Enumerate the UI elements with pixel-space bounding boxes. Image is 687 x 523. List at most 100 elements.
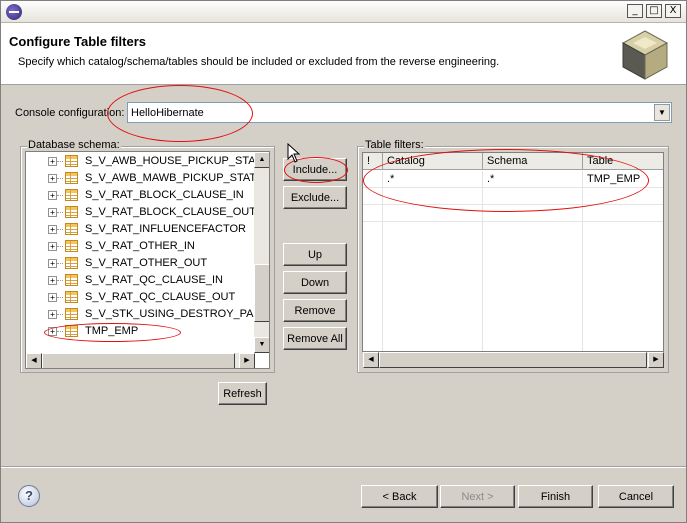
eclipse-app-icon (6, 4, 22, 20)
table-icon (65, 308, 78, 320)
scroll-thumb[interactable] (379, 352, 647, 368)
scroll-up-icon[interactable]: ▲ (254, 152, 269, 168)
table-row[interactable]: .* .* TMP_EMP (363, 171, 663, 188)
tree-item-label: S_V_RAT_BLOCK_CLAUSE_OUT (85, 206, 256, 218)
scroll-right-icon[interactable]: ▶ (648, 352, 664, 368)
close-button[interactable]: X (665, 4, 681, 18)
table-icon (65, 223, 78, 235)
tree-item[interactable]: + S_V_AWB_MAWB_PICKUP_STATUS (26, 170, 269, 187)
table-icon (65, 274, 78, 286)
tree-item-tmp-emp[interactable]: + TMP_EMP (26, 323, 255, 340)
tree-item[interactable]: + S_V_AWB_HOUSE_PICKUP_STATUS (26, 153, 269, 170)
down-button[interactable]: Down (283, 271, 347, 294)
up-button[interactable]: Up (283, 243, 347, 266)
page-title: Configure Table filters (9, 34, 146, 49)
column-header-exclude[interactable]: ! (363, 153, 383, 170)
table-icon (65, 257, 78, 269)
table-icon (65, 155, 78, 167)
tree-vertical-scrollbar[interactable]: ▲ ▼ (254, 152, 269, 353)
tree-item[interactable]: + S_V_STK_USING_DESTROY_PAGE (26, 306, 269, 323)
filter-exclude-cell[interactable] (363, 171, 383, 188)
wizard-header: Configure Table filters Specify which ca… (1, 23, 686, 85)
page-description: Specify which catalog/schema/tables shou… (18, 56, 500, 68)
expand-icon[interactable]: + (48, 174, 57, 183)
expand-icon[interactable]: + (48, 310, 57, 319)
table-row (363, 205, 663, 222)
minimize-button[interactable]: _ (627, 4, 643, 18)
table-filters-label: Table filters: (364, 139, 425, 151)
table-empty-area (363, 222, 663, 351)
console-configuration-combo[interactable]: HelloHibernate ▼ (127, 102, 672, 123)
tree-item-label: S_V_AWB_MAWB_PICKUP_STATUS (85, 172, 270, 184)
expand-icon[interactable]: + (48, 225, 57, 234)
cancel-button[interactable]: Cancel (598, 485, 674, 508)
scroll-down-icon[interactable]: ▼ (254, 337, 269, 353)
database-schema-label: Database schema: (27, 139, 121, 151)
remove-all-button[interactable]: Remove All (283, 327, 347, 350)
maximize-button[interactable]: □ (646, 4, 662, 18)
tree-item-label: S_V_AWB_HOUSE_PICKUP_STATUS (85, 155, 270, 167)
scroll-right-icon[interactable]: ▶ (239, 353, 255, 368)
table-icon (65, 240, 78, 252)
remove-button[interactable]: Remove (283, 299, 347, 322)
expand-icon[interactable]: + (48, 191, 57, 200)
table-filters-grid[interactable]: ! Catalog Schema Table .* .* TMP_EMP (362, 152, 664, 352)
table-icon (65, 291, 78, 303)
table-icon (65, 206, 78, 218)
tree-item[interactable]: + S_V_RAT_BLOCK_CLAUSE_OUT (26, 204, 256, 221)
tree-item-label: S_V_RAT_INFLUENCEFACTOR (85, 223, 246, 235)
expand-icon[interactable]: + (48, 327, 57, 336)
table-icon (65, 325, 78, 337)
filter-catalog-cell[interactable]: .* (383, 171, 483, 188)
footer-separator (1, 466, 686, 468)
column-header-schema[interactable]: Schema (483, 153, 583, 170)
filters-horizontal-scrollbar[interactable]: ◀ ▶ (363, 352, 664, 368)
chevron-down-icon[interactable]: ▼ (654, 104, 670, 121)
expand-icon[interactable]: + (48, 276, 57, 285)
column-header-table[interactable]: Table (583, 153, 663, 170)
tree-item-label: S_V_RAT_OTHER_OUT (85, 257, 208, 269)
expand-icon[interactable]: + (48, 242, 57, 251)
mouse-cursor-icon (287, 143, 301, 163)
filter-table-cell[interactable]: TMP_EMP (583, 171, 663, 188)
tree-item[interactable]: + S_V_RAT_INFLUENCEFACTOR (26, 221, 255, 238)
grid-header: ! Catalog Schema Table (363, 153, 663, 170)
tree-item[interactable]: + S_V_RAT_OTHER_IN (26, 238, 255, 255)
title-bar[interactable]: _ □ X (1, 1, 686, 23)
back-button[interactable]: < Back (361, 485, 438, 508)
tree-item-label: S_V_STK_USING_DESTROY_PAGE (85, 308, 270, 320)
expand-icon[interactable]: + (48, 259, 57, 268)
tree-item[interactable]: + S_V_RAT_QC_CLAUSE_IN (26, 272, 255, 289)
console-configuration-label: Console configuration: (15, 107, 125, 119)
table-icon (65, 189, 78, 201)
tree-horizontal-scrollbar[interactable]: ◀ ▶ (26, 353, 255, 368)
wizard-window: _ □ X Configure Table filters Specify wh… (0, 0, 687, 523)
filter-schema-cell[interactable]: .* (483, 171, 583, 188)
column-header-catalog[interactable]: Catalog (383, 153, 483, 170)
tree-item-label: S_V_RAT_OTHER_IN (85, 240, 195, 252)
scroll-left-icon[interactable]: ◀ (363, 352, 379, 368)
schema-tree[interactable]: + S_V_AWB_HOUSE_PICKUP_STATUS + S_V_AWB_… (25, 151, 270, 369)
tree-item-label: S_V_RAT_QC_CLAUSE_OUT (85, 291, 236, 303)
help-icon[interactable]: ? (18, 485, 40, 507)
scroll-thumb[interactable] (254, 264, 269, 322)
tree-item-label: S_V_RAT_QC_CLAUSE_IN (85, 274, 223, 286)
finish-button[interactable]: Finish (518, 485, 593, 508)
tree-item[interactable]: + S_V_RAT_QC_CLAUSE_OUT (26, 289, 255, 306)
table-icon (65, 172, 78, 184)
tree-item[interactable]: + S_V_RAT_BLOCK_CLAUSE_IN (26, 187, 255, 204)
next-button: Next > (440, 485, 515, 508)
scroll-thumb[interactable] (42, 353, 235, 368)
exclude-button[interactable]: Exclude... (283, 186, 347, 209)
scroll-left-icon[interactable]: ◀ (26, 353, 42, 368)
refresh-button[interactable]: Refresh (218, 382, 267, 405)
expand-icon[interactable]: + (48, 293, 57, 302)
table-row (363, 188, 663, 205)
tree-item-label: S_V_RAT_BLOCK_CLAUSE_IN (85, 189, 244, 201)
console-configuration-value: HelloHibernate (131, 107, 204, 119)
expand-icon[interactable]: + (48, 157, 57, 166)
expand-icon[interactable]: + (48, 208, 57, 217)
tree-item[interactable]: + S_V_RAT_OTHER_OUT (26, 255, 255, 272)
hibernate-logo-icon (621, 30, 669, 80)
tree-item-label: TMP_EMP (85, 325, 139, 337)
